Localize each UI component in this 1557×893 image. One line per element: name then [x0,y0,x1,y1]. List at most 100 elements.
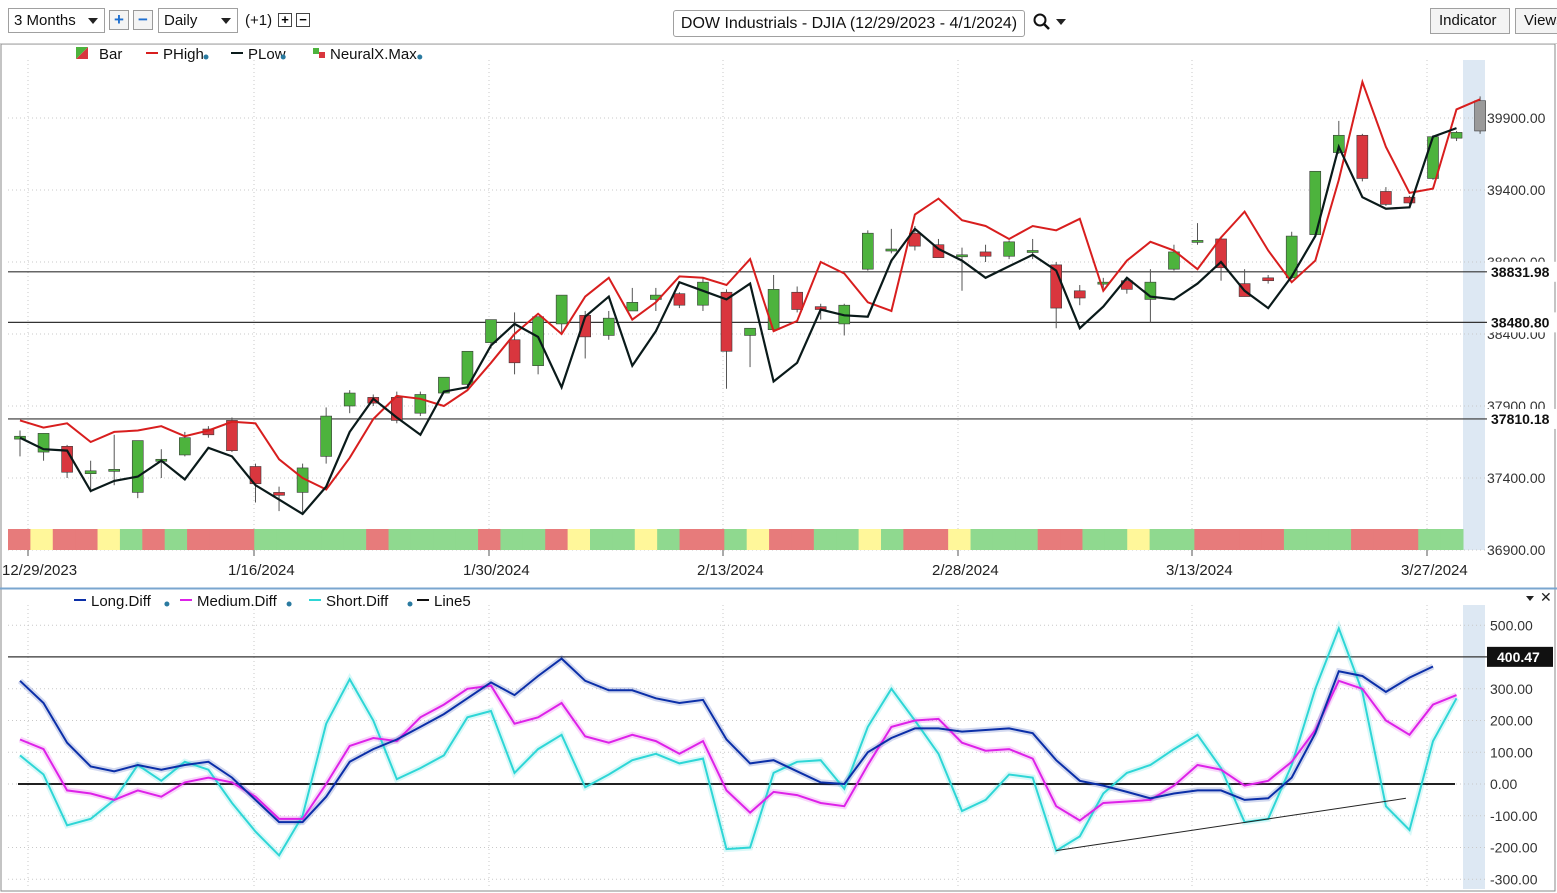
regime-band [1037,529,1061,550]
candle-up[interactable] [84,470,97,474]
regime-band [1194,529,1218,550]
candle-down[interactable] [226,420,238,451]
regime-band [1060,529,1083,550]
views-button[interactable]: Views [1515,8,1557,34]
x-tick-label: 1/30/2024 [463,562,530,579]
candle-down[interactable] [791,291,803,310]
candle-down[interactable] [979,251,992,257]
y-tick-label: 500.00 [1490,617,1533,633]
legend-label[interactable]: PLow [248,46,286,63]
offset-minus-button[interactable]: − [296,13,310,27]
legend-label[interactable]: Long.Diff [91,593,152,610]
regime-band [75,529,99,550]
regime-band [1328,529,1352,550]
legend-dot [417,54,423,60]
candle-down[interactable] [1356,134,1369,179]
candle-up[interactable] [767,289,780,330]
candle-up[interactable] [1450,132,1463,139]
candle-up[interactable] [485,319,497,343]
regime-band [701,529,725,550]
candle-up[interactable] [697,281,709,306]
legend-label[interactable]: Medium.Diff [197,593,278,610]
chart-title[interactable]: DOW Industrials - DJIA (12/29/2023 - 4/1… [673,10,1025,37]
regime-band [567,529,591,550]
regime-band [746,529,770,550]
regime-band [522,529,546,550]
candle-down[interactable] [508,339,521,364]
indicator-label: Indicator [1439,12,1497,29]
period-value: 3 Months [14,12,76,29]
candle-down[interactable] [673,293,686,306]
candle-up[interactable] [1097,281,1110,285]
y-tick-label: 200.00 [1490,713,1533,729]
regime-band [8,529,31,550]
candle-up[interactable] [602,317,615,336]
legend-dot [286,601,292,607]
candle-up[interactable] [320,415,332,457]
zoom-out-button[interactable]: − [133,10,153,30]
regime-band [388,529,412,550]
offset-plus-button[interactable]: + [278,13,292,27]
legend-label[interactable]: Bar [99,46,122,63]
candle-up[interactable] [1026,250,1039,253]
regime-band [1239,529,1263,550]
regime-band [187,529,210,550]
regime-band [478,529,501,550]
candle-down[interactable] [273,492,285,496]
candle-up[interactable] [555,294,568,325]
y-tick-label: 300.00 [1490,681,1533,697]
level-tag: 37810.18 [1491,411,1550,427]
legend-label[interactable]: PHigh [163,46,204,63]
candle-up[interactable] [885,248,898,252]
indicator-button[interactable]: Indicator [1430,8,1510,34]
regime-band [276,529,300,550]
legend-label[interactable]: NeuralX.Max [330,46,417,63]
candle-down[interactable] [1380,191,1392,205]
regime-band [1418,529,1442,550]
candle-up[interactable] [414,394,427,414]
candle-up[interactable] [179,437,191,456]
regime-band [657,529,681,550]
y-tick-label: 100.00 [1490,744,1533,760]
candle-up[interactable] [744,327,756,336]
candle-up[interactable] [1474,100,1486,132]
zoom-in-button[interactable]: + [109,10,129,30]
chart-area[interactable]: ✕ 12/29/2023 1/16/2024 1/30/2024 2/13/2024 2… [0,44,1557,893]
candle-up[interactable] [532,316,544,366]
legend-dot [280,54,286,60]
regime-band [455,529,479,550]
candle-up[interactable] [861,232,874,270]
search-icon[interactable] [1032,12,1052,32]
candle-up[interactable] [1191,240,1204,243]
level-tag: 38831.98 [1491,264,1550,280]
y-tick-label: -100.00 [1490,808,1538,824]
x-tick-label: 2/13/2024 [697,562,764,579]
regime-band [30,529,54,550]
legend-label[interactable]: Short.Diff [326,593,389,610]
candle-down[interactable] [1073,290,1086,299]
candle-up[interactable] [131,440,144,493]
regime-band [1149,529,1173,550]
candle-up[interactable] [343,392,356,407]
regime-band [1127,529,1151,550]
y-tick-label: 39400.00 [1487,182,1546,198]
candle-up[interactable] [108,469,120,472]
regime-band [1015,529,1039,550]
y-tick-label: -300.00 [1490,871,1538,887]
close-icon[interactable]: ✕ [1540,589,1552,605]
candle-down[interactable] [1262,277,1274,282]
level-tag: 400.47 [1497,649,1540,665]
regime-band [1440,529,1464,550]
regime-band [724,529,748,550]
legend-label[interactable]: Line5 [434,593,471,610]
candle-up[interactable] [956,254,968,258]
toolbar: 3 Months + − Daily (+1) + − DOW Industri… [0,0,1557,44]
candle-up[interactable] [626,302,639,312]
period-dropdown[interactable]: 3 Months [8,8,105,33]
candle-down[interactable] [720,291,733,352]
chevron-down-icon[interactable] [1055,17,1067,27]
regime-band [366,529,390,550]
interval-dropdown[interactable]: Daily [158,8,238,33]
regime-band [343,529,367,550]
candle-up[interactable] [1003,241,1015,257]
